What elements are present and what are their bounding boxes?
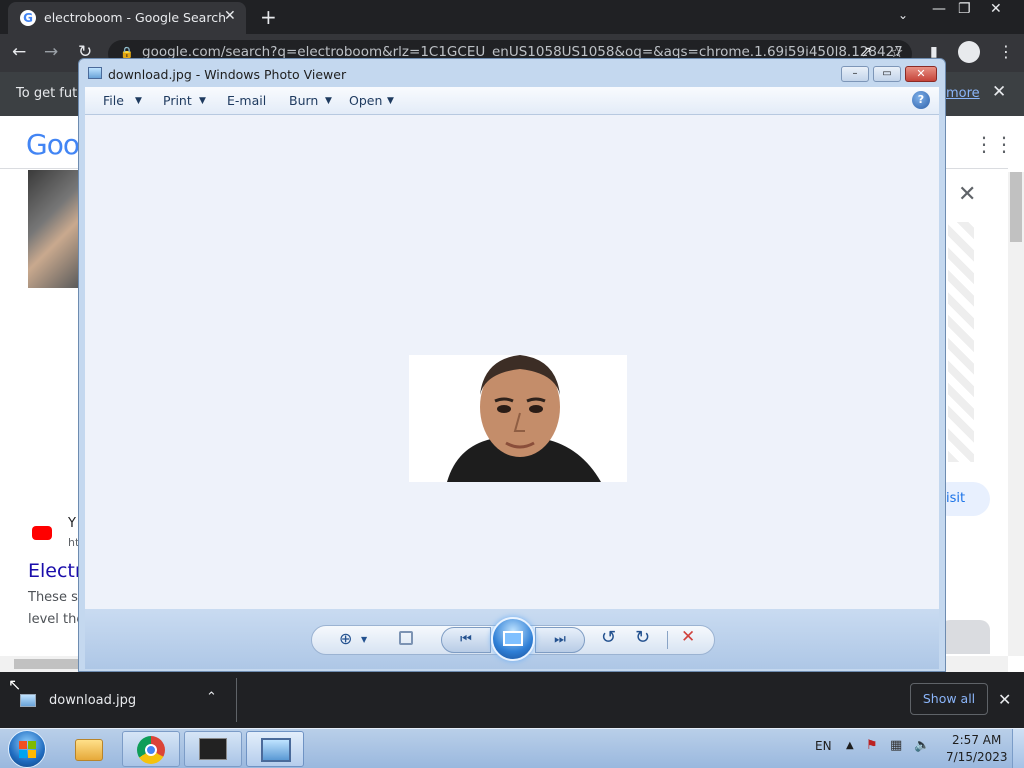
network-icon[interactable]: ▦ bbox=[890, 738, 902, 753]
photo-viewer-control-bar: ⊕ ▼ ⏮ ⏭ ↺ ↻ ✕ bbox=[85, 609, 939, 669]
chrome-icon-center bbox=[145, 744, 157, 756]
forward-icon[interactable]: → bbox=[44, 42, 58, 62]
downloaded-file-name[interactable]: download.jpg bbox=[49, 693, 136, 708]
taskbar-photo-viewer[interactable] bbox=[246, 731, 304, 767]
menu-print[interactable]: Print bbox=[163, 93, 192, 108]
page-card bbox=[940, 620, 990, 654]
vertical-scrollbar[interactable] bbox=[1008, 172, 1024, 656]
restore-icon[interactable]: ❐ bbox=[958, 1, 971, 17]
help-icon[interactable]: ? bbox=[912, 91, 930, 109]
zoom-dropdown-icon[interactable]: ▼ bbox=[361, 635, 367, 644]
slideshow-icon bbox=[503, 631, 523, 646]
profile-avatar-icon[interactable] bbox=[958, 41, 980, 63]
downloaded-file-icon bbox=[20, 694, 36, 707]
show-all-button[interactable]: Show all bbox=[910, 683, 988, 715]
previous-icon[interactable]: ⏮ bbox=[441, 627, 491, 653]
terminal-icon bbox=[199, 738, 227, 760]
photo-viewer-title: download.jpg - Windows Photo Viewer bbox=[108, 67, 347, 82]
menu-burn[interactable]: Burn bbox=[289, 93, 318, 108]
volume-icon[interactable]: 🔈 bbox=[914, 738, 930, 753]
clock-date[interactable]: 7/15/2023 bbox=[946, 750, 1008, 764]
menu-email[interactable]: E-mail bbox=[227, 93, 266, 108]
tab-search-chevron-icon[interactable]: ⌄ bbox=[898, 8, 908, 22]
viewer-minimize-icon[interactable]: – bbox=[841, 66, 869, 82]
result-title[interactable]: Electr bbox=[28, 560, 83, 582]
info-bar-text: To get futu bbox=[16, 86, 86, 101]
clock-time[interactable]: 2:57 AM bbox=[952, 733, 1001, 747]
show-hidden-icons-icon[interactable]: ▲ bbox=[846, 740, 854, 751]
viewer-maximize-icon[interactable]: ▭ bbox=[873, 66, 901, 82]
new-tab-icon[interactable]: + bbox=[260, 5, 277, 29]
download-options-chevron-icon[interactable]: ⌃ bbox=[206, 690, 217, 705]
mouse-cursor-icon: ↖ bbox=[8, 675, 22, 694]
panel-close-icon[interactable]: ✕ bbox=[958, 182, 976, 207]
downloads-shelf: download.jpg ⌃ ✕ bbox=[0, 672, 1024, 728]
show-desktop-button[interactable] bbox=[1012, 729, 1024, 768]
result-snippet-2: level the bbox=[28, 612, 85, 627]
minimize-icon[interactable]: — bbox=[932, 1, 946, 17]
tab-close-icon[interactable]: ✕ bbox=[224, 8, 236, 24]
menu-kebab-icon[interactable]: ⋮ bbox=[998, 42, 1014, 61]
back-icon[interactable]: ← bbox=[12, 42, 26, 62]
menu-open-dropdown-icon[interactable]: ▼ bbox=[387, 96, 394, 106]
menu-file-dropdown-icon[interactable]: ▼ bbox=[135, 96, 142, 106]
shelf-divider bbox=[236, 678, 237, 722]
side-image-strip bbox=[948, 222, 974, 462]
info-bar-close-icon[interactable]: ✕ bbox=[992, 82, 1006, 102]
folder-icon bbox=[75, 739, 103, 761]
info-bar-link[interactable]: more bbox=[946, 86, 980, 101]
slideshow-button[interactable] bbox=[491, 617, 535, 661]
windows-logo-icon-2 bbox=[28, 741, 36, 749]
taskbar-terminal[interactable] bbox=[184, 731, 242, 767]
youtube-icon bbox=[32, 526, 52, 540]
apps-grid-icon[interactable]: ⋮⋮ bbox=[974, 132, 1014, 156]
delete-icon[interactable]: ✕ bbox=[681, 627, 695, 647]
rotate-counterclockwise-icon[interactable]: ↺ bbox=[601, 627, 616, 648]
photo-viewer-menu-bar: File ▼ Print ▼ E-mail Burn ▼ Open ▼ ? bbox=[85, 87, 939, 115]
google-favicon-icon: G bbox=[20, 10, 36, 26]
photo-viewer-app-icon bbox=[88, 67, 102, 79]
close-window-icon[interactable]: ✕ bbox=[990, 1, 1002, 17]
result-snippet-1: These s bbox=[28, 590, 78, 605]
photo-viewer-window[interactable]: download.jpg - Windows Photo Viewer – ▭ … bbox=[78, 58, 946, 672]
action-center-flag-icon[interactable]: ⚑ bbox=[866, 738, 878, 753]
photo-display-area[interactable] bbox=[85, 115, 939, 609]
start-button[interactable] bbox=[8, 730, 46, 768]
menu-print-dropdown-icon[interactable]: ▼ bbox=[199, 96, 206, 106]
horizontal-scroll-thumb[interactable] bbox=[14, 659, 78, 669]
menu-burn-dropdown-icon[interactable]: ▼ bbox=[325, 96, 332, 106]
shelf-close-icon[interactable]: ✕ bbox=[998, 690, 1011, 709]
result-thumbnail[interactable] bbox=[28, 170, 78, 288]
taskbar-chrome[interactable] bbox=[122, 731, 180, 767]
windows-logo-icon bbox=[19, 741, 27, 749]
viewer-close-icon[interactable]: ✕ bbox=[905, 66, 937, 82]
chrome-icon bbox=[137, 736, 165, 764]
control-divider bbox=[667, 631, 668, 649]
tab-title: electroboom - Google Search bbox=[44, 10, 227, 25]
language-indicator[interactable]: EN bbox=[815, 739, 832, 753]
browser-tab[interactable]: G electroboom - Google Search ✕ bbox=[8, 2, 246, 34]
youtube-source-name[interactable]: Y bbox=[68, 516, 76, 531]
photo-viewer-taskbar-icon bbox=[261, 738, 291, 762]
taskbar-explorer[interactable] bbox=[60, 731, 118, 767]
displayed-photo bbox=[409, 355, 627, 482]
zoom-icon[interactable]: ⊕ bbox=[339, 629, 352, 648]
menu-open[interactable]: Open bbox=[349, 93, 382, 108]
vertical-scroll-thumb[interactable] bbox=[1010, 172, 1022, 242]
google-logo[interactable]: Goo bbox=[26, 128, 80, 161]
windows-logo-icon-3 bbox=[19, 750, 27, 758]
rotate-clockwise-icon[interactable]: ↻ bbox=[635, 627, 650, 648]
actual-size-icon[interactable] bbox=[399, 631, 413, 645]
next-icon[interactable]: ⏭ bbox=[535, 627, 585, 653]
menu-file[interactable]: File bbox=[103, 93, 124, 108]
windows-logo-icon-4 bbox=[28, 750, 36, 758]
